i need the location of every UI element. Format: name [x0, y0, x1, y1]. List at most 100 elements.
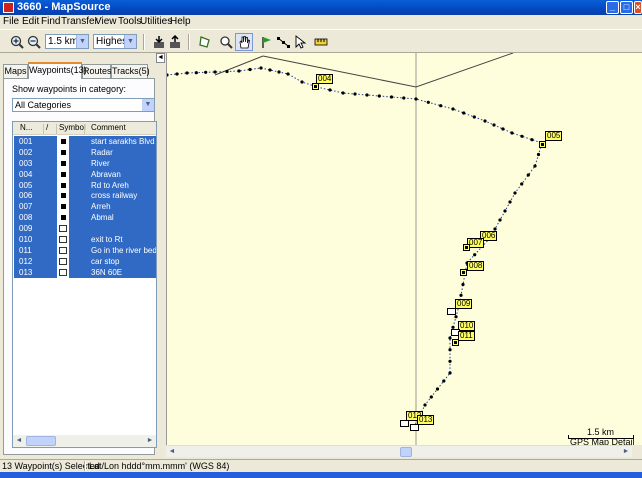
waypoint-name: 007: [19, 202, 33, 212]
category-select[interactable]: All Categories ▼: [12, 98, 155, 112]
list-item[interactable]: 005 Rd to Areh: [13, 179, 156, 191]
map-waypoint-label-010[interactable]: 010: [458, 321, 476, 331]
map-waypoint-011[interactable]: [452, 339, 459, 346]
map-waypoint-flag-013[interactable]: [410, 424, 419, 431]
map-waypoint-007[interactable]: [463, 244, 470, 251]
toolbar-separator: [188, 34, 190, 50]
scroll-left-icon[interactable]: ◄: [166, 446, 178, 457]
track-point: [300, 80, 304, 84]
map-waypoint-008[interactable]: [460, 269, 467, 276]
zoom-out-icon[interactable]: [25, 33, 43, 51]
waypoint-name: 002: [19, 147, 33, 157]
scroll-right-icon[interactable]: ►: [144, 435, 156, 447]
list-horizontal-scrollbar[interactable]: ◄ ►: [13, 435, 156, 447]
minimize-button[interactable]: _: [606, 1, 619, 14]
waypoint-name: 003: [19, 158, 33, 168]
track-point: [389, 95, 394, 99]
menu-file[interactable]: File: [3, 16, 19, 27]
track-point: [426, 100, 430, 104]
map-waypoint-label-011[interactable]: 011: [458, 331, 475, 341]
scroll-left-icon[interactable]: ◄: [13, 435, 25, 447]
menu-view[interactable]: View: [95, 16, 117, 27]
map-view[interactable]: 004 005 006 007 008 009 010 011 012 013 …: [166, 53, 642, 445]
track-point: [353, 92, 357, 96]
track-point: [259, 66, 263, 70]
list-item[interactable]: 011 Go in the river bed: [13, 244, 157, 256]
waypoint-tool-icon[interactable]: [257, 33, 275, 51]
list-item[interactable]: 007 Arreh: [13, 201, 156, 213]
map-canvas: [167, 53, 544, 445]
tab-maps[interactable]: Maps: [3, 64, 28, 78]
map-waypoint-label-008[interactable]: 008: [467, 261, 485, 271]
flag-icon: [59, 246, 67, 254]
track-point: [461, 282, 465, 287]
scroll-thumb[interactable]: [400, 447, 412, 457]
scroll-right-icon[interactable]: ►: [620, 446, 632, 457]
map-waypoint-label-005[interactable]: 005: [545, 131, 563, 141]
track-point: [454, 315, 458, 319]
list-item[interactable]: 002 Radar: [13, 146, 156, 158]
list-item[interactable]: 009: [13, 223, 156, 235]
menu-help[interactable]: Help: [170, 16, 191, 27]
detail-level-select[interactable]: Highest ▼: [93, 34, 137, 49]
column-header-comment[interactable]: Comment: [91, 123, 126, 132]
column-header-sort[interactable]: /: [46, 123, 48, 132]
menu-find[interactable]: Find: [41, 16, 60, 27]
list-item[interactable]: 001 start sarakhs Blvd: [13, 136, 156, 147]
window-title: 3660 - MapSource: [17, 1, 111, 13]
track-point: [439, 104, 443, 108]
waypoint-list[interactable]: N... / Symbol Comment 001 start sarakhs B…: [12, 121, 157, 448]
track-point: [248, 67, 252, 72]
menu-tools[interactable]: Tools: [118, 16, 141, 27]
maximize-button[interactable]: □: [620, 1, 633, 14]
track-point: [533, 164, 537, 168]
waypoint-name: 008: [19, 213, 33, 223]
list-item[interactable]: 008 Abmal: [13, 212, 156, 224]
map-waypoint-004[interactable]: [312, 83, 319, 90]
map-waypoint-label-013[interactable]: 013: [417, 415, 435, 425]
list-item[interactable]: 012 car stop: [13, 255, 156, 267]
route-tool-icon[interactable]: [274, 33, 292, 51]
mapsource-window: 3660 - MapSource _ □ × File Edit Find Tr…: [0, 0, 642, 478]
measure-tool-icon[interactable]: [312, 33, 330, 51]
list-item[interactable]: 013 36N 60E: [13, 266, 156, 278]
list-item[interactable]: 006 cross railway: [13, 190, 156, 202]
map-waypoint-flag-009[interactable]: [447, 308, 456, 315]
status-coords: Lat/Lon hddd°mm.mmm' (WGS 84): [89, 461, 230, 471]
close-button[interactable]: ×: [634, 1, 642, 14]
tab-tracks[interactable]: Tracks(5): [111, 64, 150, 78]
list-item[interactable]: 010 exit to Rt: [13, 234, 156, 245]
track-points: [167, 66, 544, 429]
map-waypoint-label-009[interactable]: 009: [455, 299, 473, 309]
column-header-symbol[interactable]: Symbol: [59, 123, 86, 132]
list-item[interactable]: 003 River: [13, 157, 156, 169]
track-point: [501, 127, 505, 131]
map-waypoint-flag-012[interactable]: [400, 420, 409, 427]
track-point: [377, 94, 381, 98]
tab-waypoints[interactable]: Waypoints(13): [28, 62, 87, 79]
flag-icon: [59, 225, 67, 233]
zoom-in-icon[interactable]: [8, 33, 26, 51]
column-header-name[interactable]: N...: [20, 123, 32, 132]
zoom-scale-select[interactable]: 1.5 km ▼: [45, 34, 89, 49]
menu-edit[interactable]: Edit: [22, 16, 39, 27]
track-point: [472, 115, 476, 119]
waypoint-comment: Go in the river bed: [91, 245, 157, 255]
scroll-thumb[interactable]: [26, 436, 56, 446]
collapse-panel-icon[interactable]: ◄: [156, 53, 165, 63]
track-point: [462, 111, 466, 115]
waypoint-comment: Radar: [91, 147, 113, 157]
map-tool-icon[interactable]: [196, 33, 214, 51]
title-bar[interactable]: 3660 - MapSource _ □ ×: [0, 0, 642, 15]
send-to-device-icon[interactable]: [166, 33, 184, 51]
list-item[interactable]: 004 Abravan: [13, 168, 156, 180]
zoom-tool-icon[interactable]: [217, 33, 235, 51]
waypoint-dot-icon: [61, 160, 66, 166]
map-waypoint-005[interactable]: [539, 141, 546, 148]
selection-tool-icon[interactable]: [291, 33, 309, 51]
hand-tool-icon[interactable]: [235, 33, 253, 51]
menu-utilities[interactable]: Utilities: [140, 16, 172, 27]
menu-transfer[interactable]: Transfer: [61, 16, 98, 27]
map-horizontal-scrollbar[interactable]: ◄ ►: [166, 445, 632, 457]
waypoint-name: 004: [19, 169, 33, 179]
